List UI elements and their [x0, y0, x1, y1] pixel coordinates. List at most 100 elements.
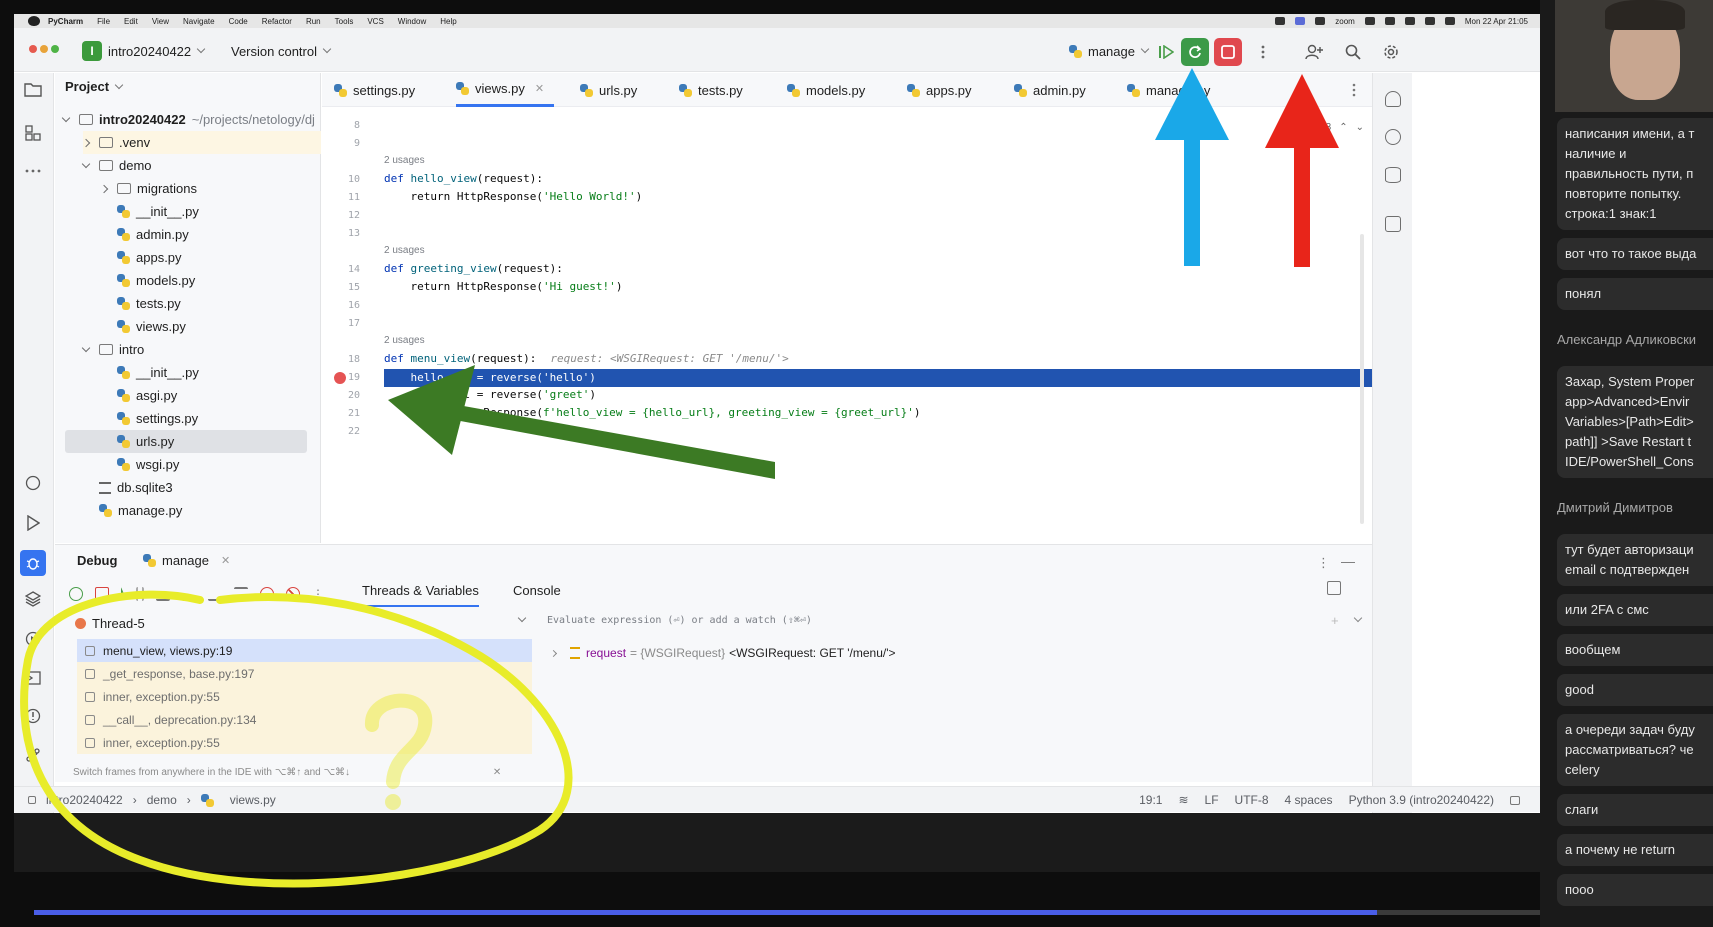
settings-icon[interactable] [1377, 38, 1405, 66]
line-separator[interactable]: LF [1205, 793, 1219, 807]
rerun-debug-button[interactable] [1181, 38, 1209, 66]
tab-apps-py[interactable]: apps.py [907, 73, 972, 107]
project-folder-icon[interactable] [23, 79, 43, 99]
tree-item-file[interactable]: apps.py [117, 246, 182, 269]
step-over-icon[interactable] [156, 587, 170, 601]
indent-setting[interactable]: 4 spaces [1285, 793, 1333, 807]
expand-icon[interactable] [61, 113, 71, 122]
expand-icon[interactable] [81, 138, 91, 147]
lock-icon[interactable] [1510, 795, 1520, 805]
tray-icon[interactable] [1364, 17, 1375, 25]
close-tab-icon[interactable]: ✕ [221, 554, 230, 567]
expand-icon[interactable] [81, 343, 91, 352]
add-watch-icon[interactable]: + [1331, 613, 1339, 628]
breadcrumb-item[interactable]: demo [147, 793, 177, 807]
file-encoding[interactable]: UTF-8 [1235, 793, 1269, 807]
tree-item-file[interactable]: wsgi.py [117, 453, 179, 476]
stop-icon[interactable] [95, 587, 109, 601]
stack-frame[interactable]: __call__, deprecation.py:134 [77, 708, 532, 731]
breakpoint-icon[interactable] [334, 372, 346, 384]
search-icon[interactable] [1339, 38, 1367, 66]
python-interpreter[interactable]: Python 3.9 (intro20240422) [1349, 793, 1494, 807]
search-icon[interactable] [1444, 17, 1455, 25]
git-branch-icon[interactable] [23, 744, 43, 764]
step-into-icon[interactable] [182, 587, 196, 601]
menu-app[interactable]: PyCharm [48, 17, 83, 26]
tab-views-py[interactable]: views.py ✕ [456, 73, 555, 107]
notifications-icon[interactable] [1385, 91, 1401, 107]
clock[interactable]: Mon 22 Apr 21:05 [1465, 17, 1528, 26]
more-horizontal-icon[interactable] [23, 161, 43, 181]
menu-refactor[interactable]: Refactor [262, 17, 292, 26]
tab-urls-py[interactable]: urls.py [580, 73, 637, 107]
layout-settings-icon[interactable] [1327, 581, 1341, 595]
close-window-button[interactable] [29, 45, 37, 53]
chevron-down-icon[interactable]: ⌄ [1356, 122, 1364, 133]
screen-share-icon[interactable] [1295, 17, 1306, 25]
tree-item-intro[interactable]: intro [81, 338, 144, 361]
maximize-window-button[interactable] [51, 45, 59, 53]
rerun-icon[interactable] [69, 587, 83, 601]
mute-breakpoints-icon[interactable] [286, 587, 300, 601]
structure-icon[interactable] [23, 123, 43, 143]
pen-icon[interactable] [1315, 17, 1326, 25]
breadcrumb-item[interactable]: intro20240422 [46, 793, 123, 807]
project-panel-header[interactable]: Project [65, 79, 124, 94]
inspection-widget[interactable]: ⚠ 1 ⚠ 3 ⌃ ⌄ [1278, 122, 1364, 133]
chevron-down-icon[interactable] [1353, 613, 1363, 623]
tab-manage-py[interactable]: manage.py [1127, 73, 1210, 107]
stack-frame[interactable]: inner, exception.py:55 [77, 685, 532, 708]
layers-icon[interactable] [23, 589, 43, 609]
menu-window[interactable]: Window [398, 17, 426, 26]
code-editor[interactable]: ⚠ 1 ⚠ 3 ⌃ ⌄ 8 9 2 usages 10 def hello_view(… [322, 108, 1372, 543]
menu-edit[interactable]: Edit [124, 17, 138, 26]
tree-item-file[interactable]: tests.py [117, 292, 181, 315]
tree-item-file[interactable]: __init__.py [117, 361, 199, 384]
menu-file[interactable]: File [97, 17, 110, 26]
vcs-widget[interactable]: Version control [231, 40, 332, 62]
pause-icon[interactable] [136, 587, 144, 601]
stop-button[interactable] [1214, 38, 1242, 66]
tree-root[interactable]: intro20240422 ~/projects/netology/dj [61, 108, 315, 131]
minimize-panel-icon[interactable]: — [1341, 553, 1355, 569]
chevron-down-icon[interactable] [517, 613, 527, 623]
stack-frame[interactable]: menu_view, views.py:19 [77, 639, 532, 662]
tree-item-venv[interactable]: .venv [81, 131, 321, 154]
thread-selector[interactable]: Thread-5 [75, 613, 145, 633]
tree-item-file[interactable]: __init__.py [117, 200, 199, 223]
evaluate-expression-input[interactable]: Evaluate expression (⏎) or add a watch (… [547, 615, 812, 626]
stack-frame[interactable]: _get_response, base.py:197 [77, 662, 532, 685]
close-tab-icon[interactable]: ✕ [535, 82, 544, 95]
database-icon[interactable] [1385, 167, 1401, 183]
run-icon[interactable] [23, 513, 43, 533]
tray-icon[interactable] [1384, 17, 1395, 25]
usages-hint[interactable]: 2 usages [384, 242, 425, 260]
variable-row[interactable]: request = {WSGIRequest} <WSGIRequest: GE… [549, 643, 896, 663]
apple-icon[interactable] [28, 16, 40, 26]
python-console-icon[interactable] [23, 473, 43, 493]
tab-threads-variables[interactable]: Threads & Variables [362, 583, 479, 607]
tree-item-migrations[interactable]: migrations [99, 177, 197, 200]
services-icon[interactable] [23, 629, 43, 649]
view-breakpoints-icon[interactable] [260, 587, 274, 601]
resume-icon[interactable] [121, 587, 124, 601]
editor-scrollbar[interactable] [1360, 234, 1364, 524]
stack-frame[interactable]: inner, exception.py:55 [77, 731, 532, 754]
chevron-up-icon[interactable]: ⌃ [1339, 122, 1347, 133]
tree-item-file[interactable]: db.sqlite3 [99, 476, 173, 499]
tab-options-icon[interactable] [1352, 73, 1356, 107]
usages-hint[interactable]: 2 usages [384, 332, 425, 350]
menu-run[interactable]: Run [306, 17, 321, 26]
menu-view[interactable]: View [152, 17, 169, 26]
minimize-window-button[interactable] [40, 45, 48, 53]
close-icon[interactable]: ✕ [493, 767, 501, 778]
video-progress-bar[interactable] [34, 910, 1713, 915]
caret-position[interactable]: 19:1 [1139, 793, 1162, 807]
usages-hint[interactable]: 2 usages [384, 152, 425, 170]
tab-tests-py[interactable]: tests.py [679, 73, 743, 107]
debug-icon[interactable] [20, 550, 46, 576]
tray-icon[interactable] [1275, 17, 1286, 25]
tree-item-file[interactable]: settings.py [117, 407, 198, 430]
resume-icon[interactable] [1152, 38, 1180, 66]
terminal-icon[interactable] [23, 668, 43, 688]
